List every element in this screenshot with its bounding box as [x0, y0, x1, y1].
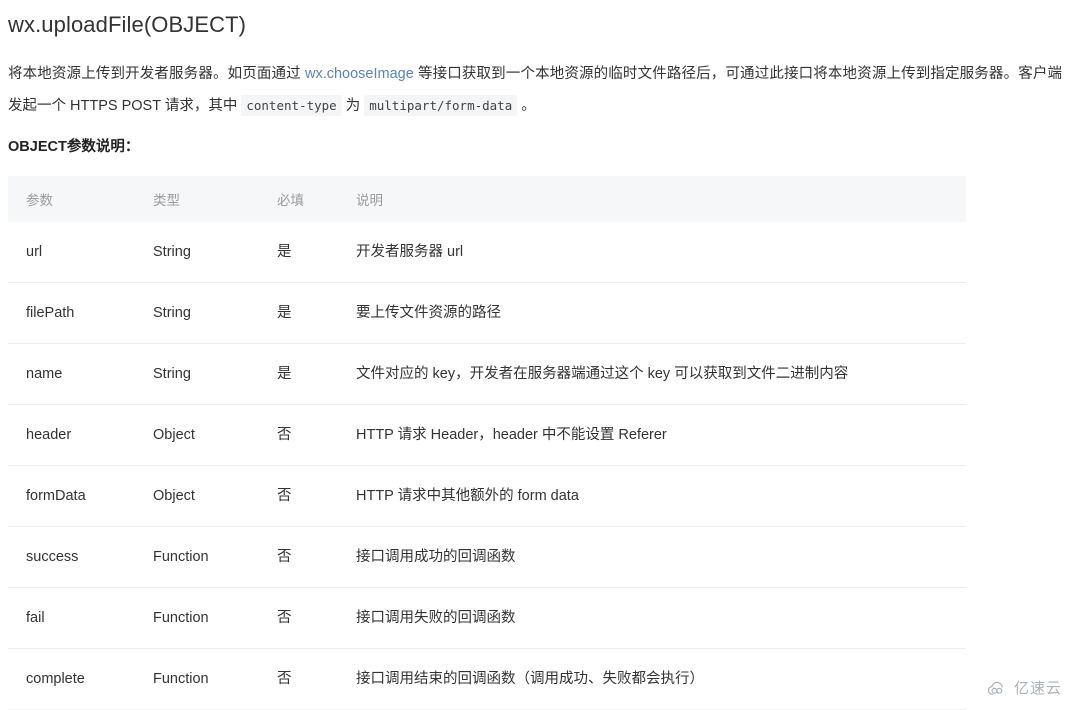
column-header-required: 必填 — [259, 176, 338, 222]
intro-text-part4: 。 — [517, 98, 536, 114]
watermark-text: 亿速云 — [1013, 680, 1062, 697]
intro-paragraph: 将本地资源上传到开发者服务器。如页面通过 wx.chooseImage 等接口获… — [8, 58, 1062, 122]
cell-type: String — [153, 244, 191, 260]
document-body: wx.uploadFile(OBJECT) 将本地资源上传到开发者服务器。如页面… — [0, 0, 1070, 710]
cell-desc: 开发者服务器 url — [356, 244, 464, 260]
cloud-infinity-icon — [987, 681, 1009, 697]
cell-type: Function — [135, 648, 259, 710]
table-row: filePath String 是 要上传文件资源的路径 — [8, 282, 966, 344]
cell-desc: 接口调用成功的回调函数 — [338, 526, 966, 588]
cell-required: 是 — [277, 244, 292, 260]
cell-desc: 要上传文件资源的路径 — [338, 282, 966, 344]
cell-param: fail — [8, 587, 135, 649]
inline-code-multipart-form-data: multipart/form-data — [364, 95, 518, 116]
intro-text-part1: 将本地资源上传到开发者服务器。如页面通过 — [8, 66, 305, 82]
params-table: 参数 类型 必填 说明 url String 是 开发者服务器 url file… — [8, 176, 966, 710]
link-wx-chooseimage[interactable]: wx.chooseImage — [305, 66, 414, 82]
table-row: formData Object 否 HTTP 请求中其他额外的 form dat… — [8, 465, 966, 527]
cell-param: complete — [8, 648, 135, 710]
cell-required: 否 — [259, 526, 338, 588]
table-row: fail Function 否 接口调用失败的回调函数 — [8, 587, 966, 649]
table-row: success Function 否 接口调用成功的回调函数 — [8, 526, 966, 588]
intro-text-part3: 为 — [341, 98, 365, 114]
inline-code-content-type: content-type — [241, 95, 342, 116]
cell-type: Object — [135, 465, 259, 527]
cell-param: name — [8, 343, 135, 405]
page-title: wx.uploadFile(OBJECT) — [8, 12, 247, 37]
cell-desc: HTTP 请求中其他额外的 form data — [338, 465, 966, 527]
column-header-param: 参数 — [8, 176, 135, 222]
table-row: header Object 否 HTTP 请求 Header，header 中不… — [8, 404, 966, 466]
cell-required: 是 — [259, 343, 338, 405]
cell-param: formData — [8, 465, 135, 527]
cell-param: url — [26, 244, 43, 260]
cell-desc: 接口调用失败的回调函数 — [338, 587, 966, 649]
table-header: 参数 类型 必填 说明 — [8, 176, 966, 222]
cell-type: String — [135, 343, 259, 405]
cell-type: Function — [135, 526, 259, 588]
cell-param: filePath — [8, 282, 135, 344]
cell-desc: 接口调用结束的回调函数（调用成功、失败都会执行） — [338, 648, 966, 710]
cell-required: 否 — [259, 404, 338, 466]
cell-param: success — [8, 526, 135, 588]
cell-required: 否 — [259, 465, 338, 527]
table-row: name String 是 文件对应的 key，开发者在服务器端通过这个 key… — [8, 343, 966, 405]
column-header-type: 类型 — [135, 176, 259, 222]
table-body: url String 是 开发者服务器 url filePath String … — [8, 222, 966, 710]
table-header-row: 参数 类型 必填 说明 — [8, 176, 966, 222]
cell-desc: 文件对应的 key，开发者在服务器端通过这个 key 可以获取到文件二进制内容 — [338, 343, 966, 405]
cell-type: Object — [135, 404, 259, 466]
cell-desc: HTTP 请求 Header，header 中不能设置 Referer — [338, 404, 966, 466]
watermark: 亿速云 — [987, 681, 1062, 697]
table-row: complete Function 否 接口调用结束的回调函数（调用成功、失败都… — [8, 648, 966, 710]
cell-type: Function — [135, 587, 259, 649]
cell-required: 否 — [259, 587, 338, 649]
cell-param: header — [8, 404, 135, 466]
table-row: url String 是 开发者服务器 url — [8, 222, 966, 283]
object-params-heading: OBJECT参数说明： — [8, 139, 140, 155]
column-header-desc: 说明 — [338, 176, 966, 222]
cell-required: 是 — [259, 282, 338, 344]
cell-required: 否 — [259, 648, 338, 710]
cell-type: String — [135, 282, 259, 344]
params-table-container: 参数 类型 必填 说明 url String 是 开发者服务器 url file… — [8, 176, 1062, 710]
